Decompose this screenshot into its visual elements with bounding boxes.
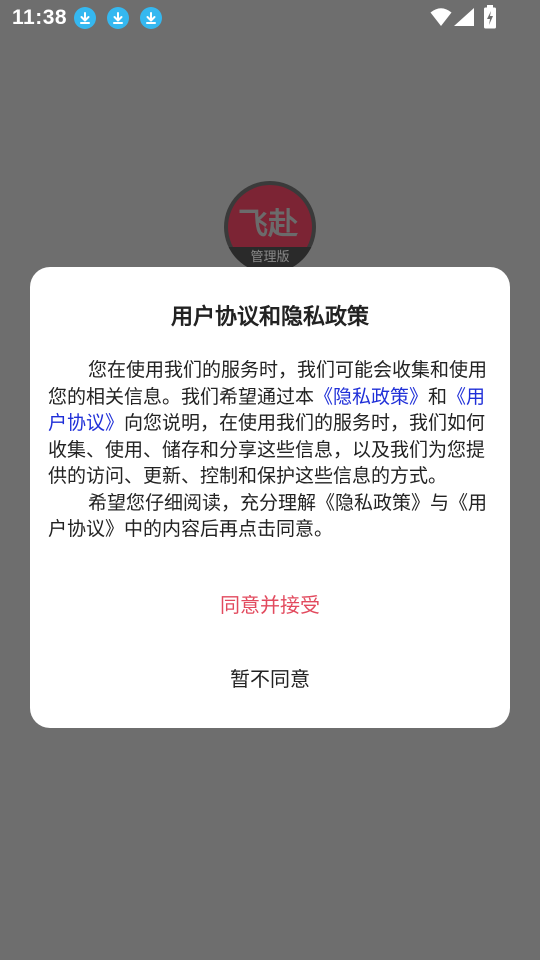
status-bar: 11:38 — [0, 0, 540, 36]
decline-button[interactable]: 暂不同意 — [30, 659, 510, 699]
privacy-policy-link[interactable]: 《隐私政策》 — [314, 386, 428, 408]
download-icon — [140, 7, 162, 29]
download-icon — [74, 7, 96, 29]
accept-button[interactable]: 同意并接受 — [30, 585, 510, 625]
app-logo-text: 飞赴 — [238, 207, 298, 242]
status-time: 11:38 — [12, 6, 68, 29]
battery-charging-icon — [484, 5, 496, 29]
dialog-paragraph-1: 您在使用我们的服务时，我们可能会收集和使用您的相关信息。我们希望通过本《隐私政策… — [48, 357, 493, 490]
privacy-dialog: 用户协议和隐私政策 您在使用我们的服务时，我们可能会收集和使用您的相关信息。我们… — [30, 267, 510, 728]
dialog-paragraph-2: 希望您仔细阅读，充分理解《隐私政策》与《用户协议》中的内容后再点击同意。 — [48, 491, 488, 541]
dialog-body: 您在使用我们的服务时，我们可能会收集和使用您的相关信息。我们希望通过本《隐私政策… — [48, 357, 493, 543]
wifi-icon — [430, 8, 452, 26]
dialog-title: 用户协议和隐私政策 — [170, 305, 369, 330]
app-logo: 飞赴 管理版 — [224, 181, 316, 273]
paragraph-text: 和 — [428, 385, 448, 408]
download-icon — [107, 7, 129, 29]
signal-icon — [454, 8, 474, 26]
